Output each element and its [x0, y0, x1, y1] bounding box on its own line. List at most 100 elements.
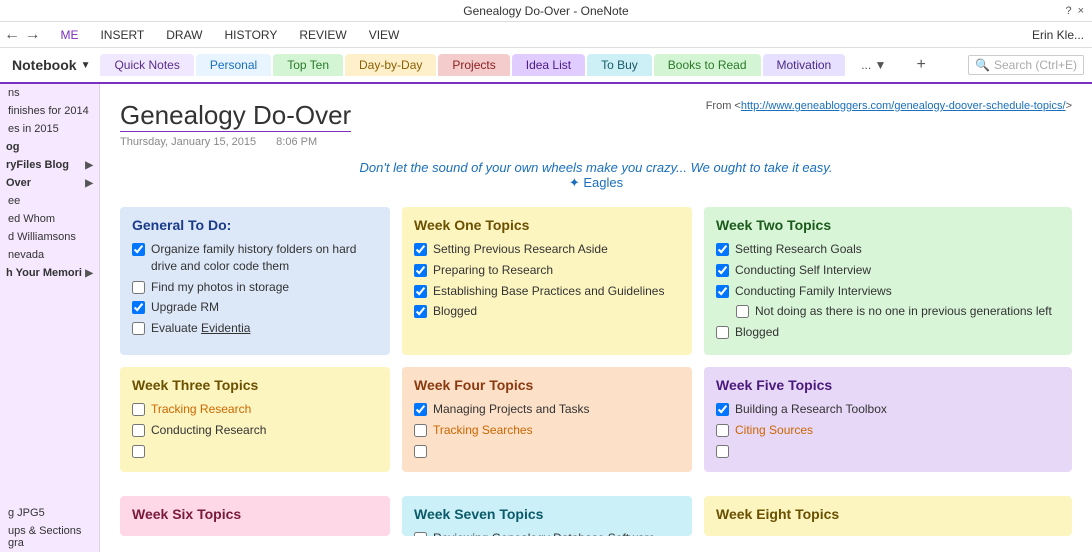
- sidebar-item-whom[interactable]: ed Whom: [0, 210, 99, 228]
- bottom-row-last: Week Six Topics Week Seven Topics Review…: [120, 496, 1072, 548]
- checklist-item: Upgrade RM: [132, 299, 378, 316]
- page-source: From <http://www.geneabloggers.com/genea…: [706, 100, 1072, 112]
- check-text: Setting Research Goals: [735, 241, 862, 258]
- checkbox[interactable]: [132, 243, 145, 256]
- sidebar-item-jpg[interactable]: g JPG5: [0, 504, 99, 522]
- check-text: Conducting Family Interviews: [735, 283, 892, 300]
- section-title-week-two: Week Two Topics: [716, 217, 1060, 233]
- sidebar-ryfiles-label: ryFiles Blog: [6, 159, 69, 171]
- back-button[interactable]: ← →: [4, 26, 40, 44]
- checkbox[interactable]: [414, 403, 427, 416]
- section-title-week-four: Week Four Topics: [414, 377, 680, 393]
- sidebar-section-memori[interactable]: h Your Memori ▶: [0, 264, 99, 282]
- checkbox[interactable]: [716, 424, 729, 437]
- checkbox[interactable]: [736, 305, 749, 318]
- sidebar-section-ryfiles[interactable]: ryFiles Blog ▶: [0, 156, 99, 174]
- check-text: Reviewing Genealogy Database Software: [433, 530, 655, 536]
- checkbox[interactable]: [716, 445, 729, 458]
- checkbox[interactable]: [716, 326, 729, 339]
- sidebar-item-nevada[interactable]: nevada: [0, 246, 99, 264]
- checkbox[interactable]: [414, 445, 427, 458]
- sidebar-item-finishes[interactable]: finishes for 2014: [0, 102, 99, 120]
- checkbox[interactable]: [414, 305, 427, 318]
- checkbox[interactable]: [414, 285, 427, 298]
- tab-books-to-read[interactable]: Books to Read: [654, 54, 761, 76]
- checklist-item: Establishing Base Practices and Guidelin…: [414, 283, 680, 300]
- page-time: 8:06 PM: [276, 136, 317, 148]
- checkbox[interactable]: [414, 264, 427, 277]
- checkbox[interactable]: [716, 403, 729, 416]
- section-week-eight: Week Eight Topics: [704, 496, 1072, 536]
- sections-grid: General To Do: Organize family history f…: [120, 207, 1072, 367]
- tab-to-buy[interactable]: To Buy: [587, 54, 652, 76]
- checklist-item: Building a Research Toolbox: [716, 401, 1060, 418]
- checklist-item: Evaluate Evidentia: [132, 320, 378, 337]
- tab-add[interactable]: +: [902, 52, 939, 78]
- diamond-icon: ✦: [569, 175, 580, 190]
- sidebar-item-williamsons[interactable]: d Williamsons: [0, 228, 99, 246]
- check-text: Establishing Base Practices and Guidelin…: [433, 283, 664, 300]
- check-text: Setting Previous Research Aside: [433, 241, 608, 258]
- help-button[interactable]: ?: [1065, 5, 1071, 17]
- search-placeholder: Search (Ctrl+E): [994, 58, 1077, 72]
- checkbox[interactable]: [132, 445, 145, 458]
- sidebar-item-sections[interactable]: ups & Sections gra: [0, 522, 99, 552]
- page-date: Thursday, January 15, 2015: [120, 136, 256, 148]
- check-text: Managing Projects and Tasks: [433, 401, 590, 418]
- page-quote: Don't let the sound of your own wheels m…: [120, 160, 1072, 191]
- menu-me[interactable]: ME: [50, 26, 88, 44]
- sidebar-arrow-icon: ▶: [85, 178, 93, 189]
- check-text: Upgrade RM: [151, 299, 219, 316]
- checklist-item: Reviewing Genealogy Database Software: [414, 530, 680, 536]
- section-week-six: Week Six Topics: [120, 496, 390, 536]
- notebook-arrow-icon: ▼: [81, 60, 91, 71]
- check-text: Building a Research Toolbox: [735, 401, 887, 418]
- menu-view[interactable]: VIEW: [359, 26, 410, 44]
- menu-insert[interactable]: INSERT: [90, 26, 154, 44]
- checkbox[interactable]: [132, 281, 145, 294]
- checkbox[interactable]: [414, 424, 427, 437]
- sidebar-item-ee[interactable]: ee: [0, 192, 99, 210]
- menu-draw[interactable]: DRAW: [156, 26, 212, 44]
- tab-motivation[interactable]: Motivation: [763, 54, 846, 76]
- tab-day-by-day[interactable]: Day-by-Day: [345, 54, 436, 76]
- menu-history[interactable]: HISTORY: [214, 26, 287, 44]
- checkbox[interactable]: [716, 243, 729, 256]
- sidebar-section-og[interactable]: og: [0, 138, 99, 156]
- tab-more[interactable]: ... ▼: [847, 54, 900, 76]
- menu-review[interactable]: REVIEW: [289, 26, 356, 44]
- tab-personal[interactable]: Personal: [196, 54, 271, 76]
- checkbox[interactable]: [132, 301, 145, 314]
- checkbox[interactable]: [132, 403, 145, 416]
- checklist-item: Tracking Searches: [414, 422, 680, 439]
- checkbox[interactable]: [132, 424, 145, 437]
- sidebar-section-over[interactable]: Over ▶: [0, 174, 99, 192]
- search-icon: 🔍: [975, 58, 990, 72]
- checklist-item: Conducting Family Interviews: [716, 283, 1060, 300]
- checklist-item: Setting Previous Research Aside: [414, 241, 680, 258]
- checklist-item: Not doing as there is no one in previous…: [716, 303, 1060, 320]
- close-button[interactable]: ×: [1078, 5, 1084, 17]
- checkbox[interactable]: [716, 285, 729, 298]
- check-text: Citing Sources: [735, 422, 813, 439]
- section-title-week-seven: Week Seven Topics: [414, 506, 680, 522]
- check-text: Not doing as there is no one in previous…: [755, 303, 1052, 320]
- tab-idea-list[interactable]: Idea List: [512, 54, 585, 76]
- sidebar-item-ns[interactable]: ns: [0, 84, 99, 102]
- notebook-button[interactable]: Notebook ▼: [4, 53, 98, 77]
- tab-quick-notes[interactable]: Quick Notes: [100, 54, 193, 76]
- checkbox[interactable]: [716, 264, 729, 277]
- checkbox[interactable]: [414, 532, 427, 536]
- source-link[interactable]: http://www.geneabloggers.com/genealogy-d…: [741, 100, 1066, 112]
- sidebar-item-es[interactable]: es in 2015: [0, 120, 99, 138]
- tab-top-ten[interactable]: Top Ten: [273, 54, 343, 76]
- check-text: Conducting Self Interview: [735, 262, 871, 279]
- tab-projects[interactable]: Projects: [438, 54, 509, 76]
- tab-bar: Notebook ▼ Quick Notes Personal Top Ten …: [0, 48, 1092, 84]
- section-title-week-eight: Week Eight Topics: [716, 506, 1060, 522]
- checkbox[interactable]: [414, 243, 427, 256]
- checkbox[interactable]: [132, 322, 145, 335]
- search-box[interactable]: 🔍 Search (Ctrl+E): [968, 55, 1084, 75]
- notebook-label: Notebook: [12, 57, 77, 73]
- check-text: Evaluate Evidentia: [151, 320, 250, 337]
